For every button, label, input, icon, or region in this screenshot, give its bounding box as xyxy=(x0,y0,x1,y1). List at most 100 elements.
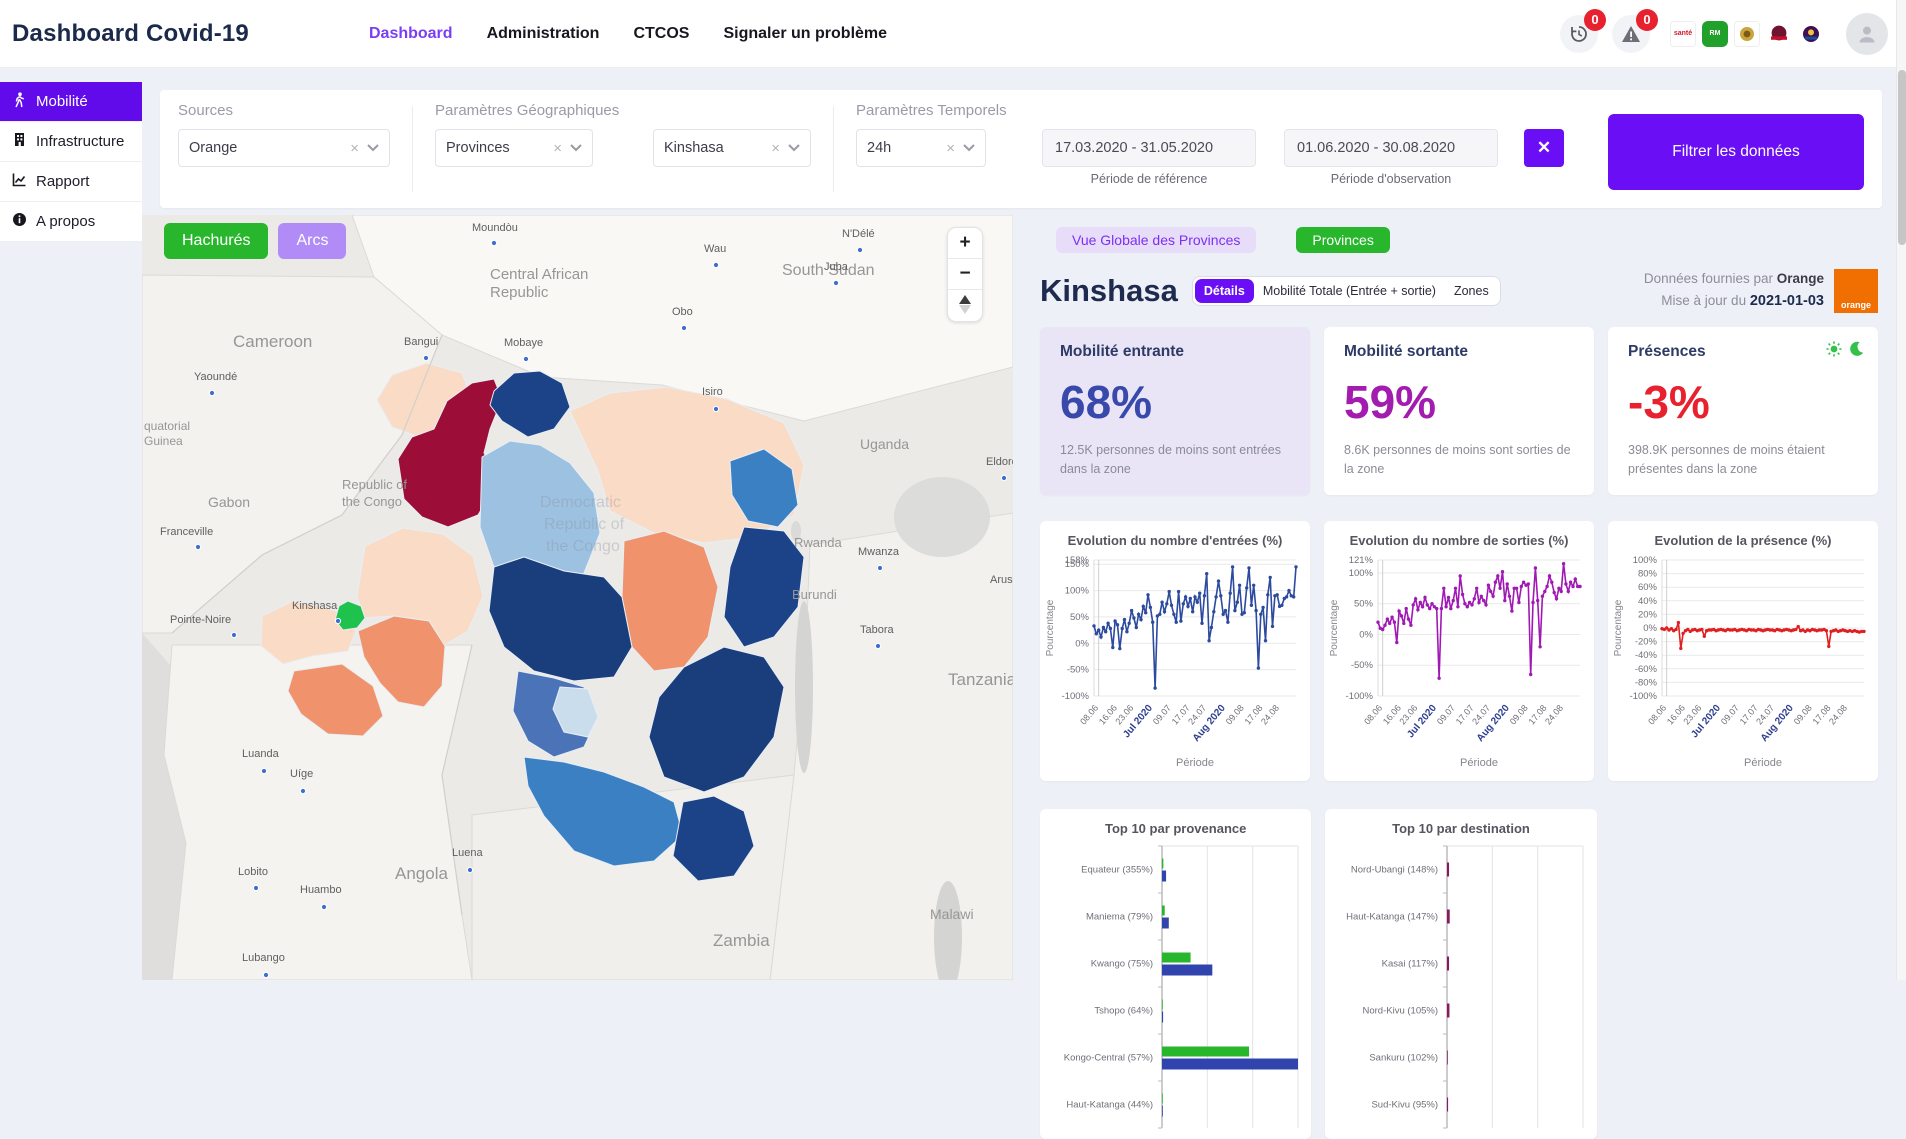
overview-pill[interactable]: Vue Globale des Provinces xyxy=(1056,227,1256,253)
pitch-control[interactable] xyxy=(959,290,971,321)
svg-text:Democratic: Democratic xyxy=(540,494,621,511)
clear-icon[interactable]: × xyxy=(946,140,955,157)
clear-icon[interactable]: × xyxy=(553,140,562,157)
svg-text:Cameroon: Cameroon xyxy=(233,332,312,351)
stat-value: 59% xyxy=(1344,375,1574,429)
nav-link-ctcos[interactable]: CTCOS xyxy=(633,25,689,43)
svg-text:-60%: -60% xyxy=(1635,664,1658,675)
sources-select[interactable]: Orange × xyxy=(178,129,390,167)
svg-text:Nord-Kivu (105%): Nord-Kivu (105%) xyxy=(1363,1006,1439,1017)
svg-text:the Congo: the Congo xyxy=(342,494,402,509)
stats-row: Mobilité entrante68%12.5K personnes de m… xyxy=(1040,327,1878,495)
stat-card-mobilit-entrante[interactable]: Mobilité entrante68%12.5K personnes de m… xyxy=(1040,327,1310,495)
alerts-button[interactable]: 0 xyxy=(1612,15,1650,53)
tab-mobilit-totale-entr-e-sortie[interactable]: Mobilité Totale (Entrée + sortie) xyxy=(1254,279,1445,303)
svg-text:Nord-Ubangi (148%): Nord-Ubangi (148%) xyxy=(1351,865,1438,876)
svg-text:Haut-Katanga (147%): Haut-Katanga (147%) xyxy=(1346,912,1438,923)
svg-text:08.06: 08.06 xyxy=(1078,703,1100,727)
svg-text:Malawi: Malawi xyxy=(930,906,974,922)
svg-text:Pourcentage: Pourcentage xyxy=(1613,599,1624,656)
svg-text:Franceville: Franceville xyxy=(160,526,213,538)
arcs-button[interactable]: Arcs xyxy=(278,223,346,259)
granularity-select[interactable]: 24h × xyxy=(856,129,986,167)
building-icon xyxy=(12,132,27,151)
zoom-in-button[interactable]: + xyxy=(948,228,982,258)
clear-icon[interactable]: × xyxy=(771,140,780,157)
geo-level-select[interactable]: Provinces × xyxy=(435,129,593,167)
page-scrollbar xyxy=(1896,0,1906,980)
tab-d-tails[interactable]: Détails xyxy=(1195,279,1254,303)
empty-slot xyxy=(1611,809,1878,1139)
svg-text:Kinshasa: Kinshasa xyxy=(292,600,338,612)
zoom-out-button[interactable]: − xyxy=(948,259,982,289)
svg-text:Juba: Juba xyxy=(824,261,849,273)
chart-card-top-10-par-provenance: Top 10 par provenanceEquateur (355%)Mani… xyxy=(1040,809,1311,1139)
clear-icon[interactable]: × xyxy=(350,140,359,157)
chart-title: Evolution du nombre d'entrées (%) xyxy=(1042,533,1308,548)
geo-zone-select[interactable]: Kinshasa × xyxy=(653,129,811,167)
chart-card-evolution-de-la-pr-sence: Evolution de la présence (%)100%80%60%40… xyxy=(1608,521,1878,781)
svg-text:-100%: -100% xyxy=(1346,691,1374,702)
reference-period-caption: Période de référence xyxy=(1042,172,1256,186)
reference-period-input[interactable] xyxy=(1042,129,1256,167)
svg-text:24.08: 24.08 xyxy=(1543,703,1565,727)
filter-group-geo: Paramètres Géographiques Provinces × Kin… xyxy=(435,102,811,167)
choropleth-map[interactable]: CameroonCentral AfricanRepublicSouth Sud… xyxy=(142,215,1013,980)
hachures-button[interactable]: Hachurés xyxy=(164,223,268,259)
svg-text:Guinea: Guinea xyxy=(144,434,183,448)
user-avatar[interactable] xyxy=(1846,13,1888,55)
svg-text:08.06: 08.06 xyxy=(1362,703,1384,727)
stat-title: Mobilité sortante xyxy=(1344,343,1574,361)
provinces-pill[interactable]: Provinces xyxy=(1296,227,1389,253)
svg-text:-100%: -100% xyxy=(1062,691,1090,702)
svg-text:Maniema (79%): Maniema (79%) xyxy=(1086,912,1153,923)
svg-text:Bangui: Bangui xyxy=(404,336,438,348)
sidebar-item-label: Rapport xyxy=(36,173,89,190)
svg-text:121%: 121% xyxy=(1349,555,1374,566)
sidebar-item-rapport[interactable]: Rapport xyxy=(0,162,142,202)
filter-group-temporal: Paramètres Temporels 24h × Période de ré… xyxy=(856,102,1564,186)
nav-link-dashboard[interactable]: Dashboard xyxy=(369,25,453,43)
map[interactable]: CameroonCentral AfricanRepublicSouth Sud… xyxy=(142,215,1013,980)
stat-card-pr-sences[interactable]: Présences-3%398.9K personnes de moins ét… xyxy=(1608,327,1878,495)
orange-logo: orange xyxy=(1834,269,1878,313)
svg-text:Moundòu: Moundòu xyxy=(472,222,518,234)
history-badge: 0 xyxy=(1584,9,1606,31)
stat-value: 68% xyxy=(1060,375,1290,429)
lake-victoria xyxy=(894,477,990,557)
svg-text:Tabora: Tabora xyxy=(860,624,895,636)
tab-zones[interactable]: Zones xyxy=(1445,279,1498,303)
alerts-badge: 0 xyxy=(1636,9,1658,31)
svg-text:Isiro: Isiro xyxy=(702,386,723,398)
zone-tabs: DétailsMobilité Totale (Entrée + sortie)… xyxy=(1192,276,1501,306)
sidebar-item-infrastructure[interactable]: Infrastructure xyxy=(0,122,142,162)
chevron-down-icon xyxy=(570,144,582,152)
history-button[interactable]: 0 xyxy=(1560,15,1598,53)
scrollbar-thumb[interactable] xyxy=(1898,70,1906,245)
svg-text:Période: Période xyxy=(1744,757,1782,769)
day-night-toggle[interactable] xyxy=(1826,341,1864,357)
svg-text:24.08: 24.08 xyxy=(1259,703,1281,727)
svg-text:Angola: Angola xyxy=(395,864,448,883)
line-chart: 100%80%60%40%20%0%-20%-40%-60%-80%-100%0… xyxy=(1610,550,1872,772)
sidebar-item-mobilit[interactable]: Mobilité xyxy=(0,82,142,122)
observation-period-input[interactable] xyxy=(1284,129,1498,167)
sidebar-item-a-propos[interactable]: A propos xyxy=(0,202,142,242)
chart-icon xyxy=(12,172,27,191)
svg-text:Gabon: Gabon xyxy=(208,494,250,510)
svg-text:Période: Période xyxy=(1176,757,1214,769)
details-panel: Vue Globale des Provinces Provinces Kins… xyxy=(1030,215,1886,980)
apply-filters-button[interactable]: Filtrer les données xyxy=(1608,114,1864,190)
svg-text:Tanzania: Tanzania xyxy=(948,670,1013,689)
stat-description: 8.6K personnes de moins sont sorties de … xyxy=(1344,441,1574,479)
svg-text:Eldoret: Eldoret xyxy=(986,456,1013,468)
nav-link-signaler-un-probl-me[interactable]: Signaler un problème xyxy=(723,25,887,43)
stat-card-mobilit-sortante[interactable]: Mobilité sortante 59% 8.6K personnes de mo… xyxy=(1324,327,1594,495)
svg-text:Republic of: Republic of xyxy=(342,477,407,492)
svg-text:Uganda: Uganda xyxy=(860,436,909,452)
clear-dates-button[interactable]: ✕ xyxy=(1524,129,1564,167)
nav-link-administration[interactable]: Administration xyxy=(487,25,600,43)
svg-text:Republic: Republic xyxy=(490,284,549,301)
sidebar-item-label: Mobilité xyxy=(36,93,88,110)
line-chart: 158%150%100%50%0%-50%-100%08.0616.0623.0… xyxy=(1042,550,1304,772)
